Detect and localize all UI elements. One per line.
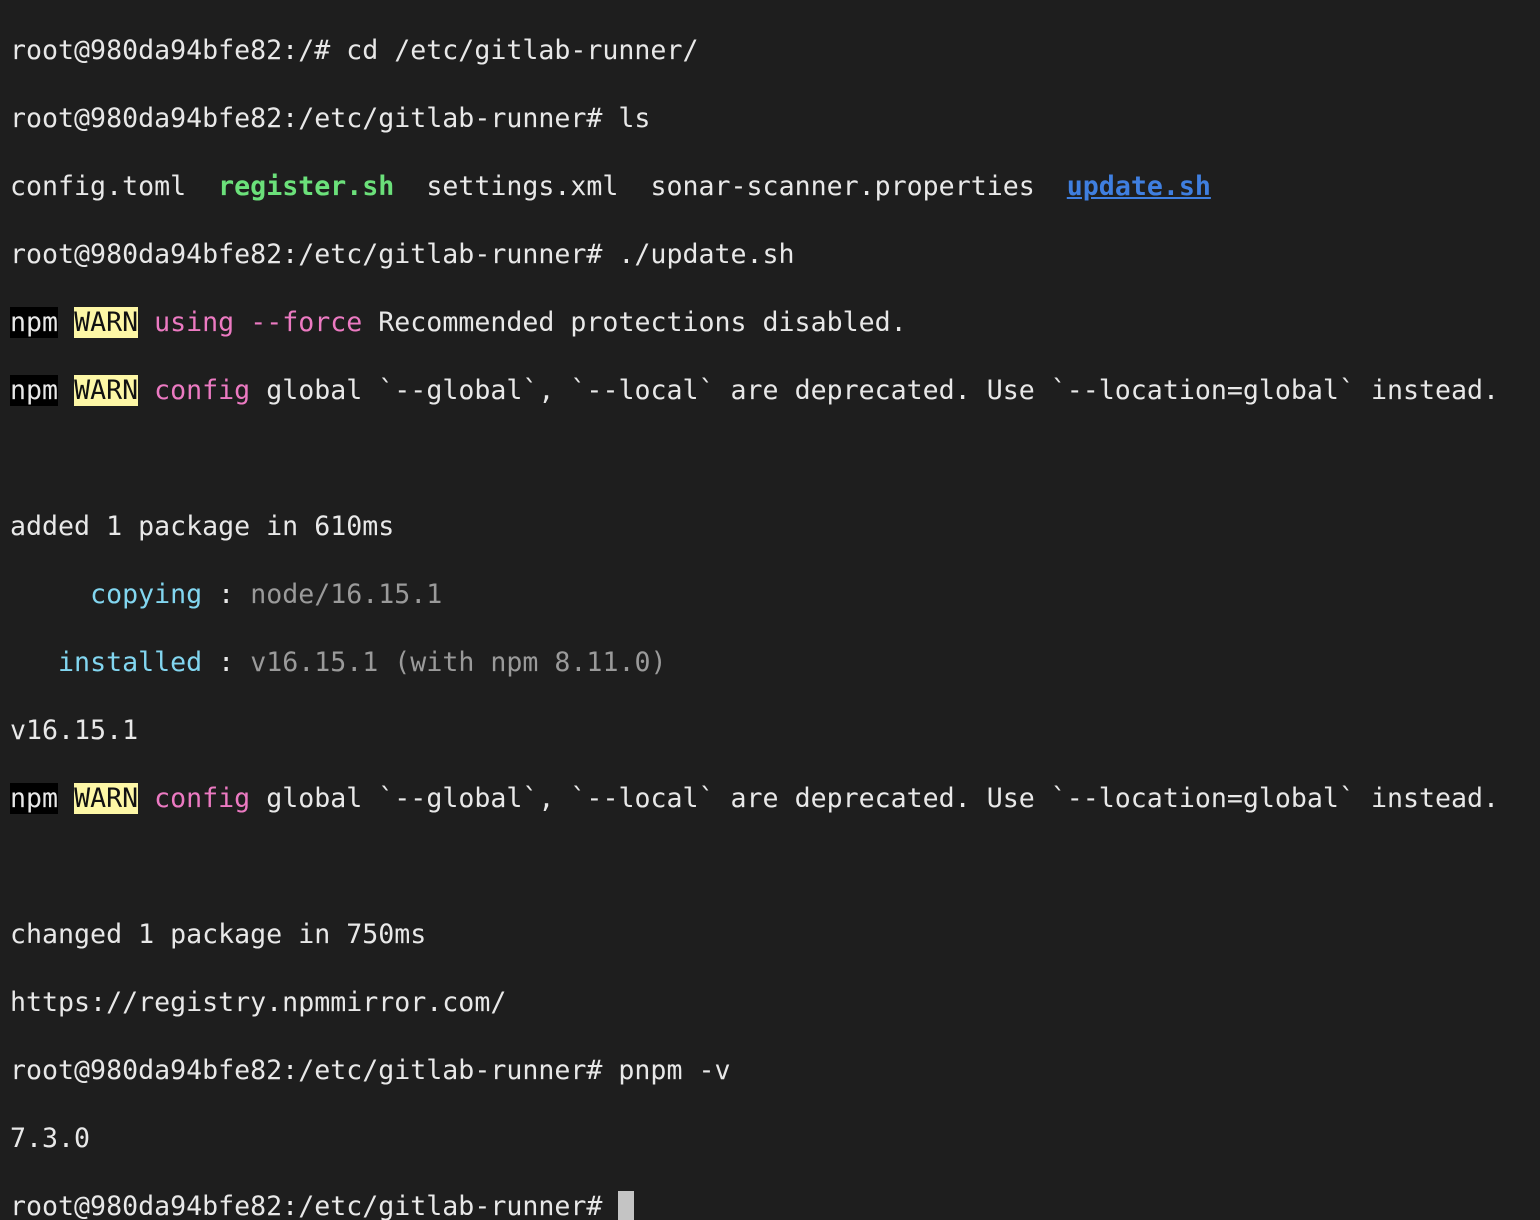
terminal-line-pnpm-version: 7.3.0 xyxy=(10,1123,91,1154)
terminal-line-prompt[interactable]: root@980da94bfe82:/etc/gitlab-runner# xyxy=(10,1190,1540,1220)
warn-message: global `--global`, `--local` are depreca… xyxy=(250,783,1500,814)
warn-tag: WARN xyxy=(74,307,139,338)
warn-key: using --force xyxy=(154,307,363,338)
terminal-line-warn-config: npm WARN config global `--global`, `--lo… xyxy=(10,374,1540,408)
copying-label: copying xyxy=(90,579,203,610)
terminal-cursor[interactable] xyxy=(618,1191,635,1220)
file-register: register.sh xyxy=(218,171,395,202)
terminal-line-cd: root@980da94bfe82:/# cd /etc/gitlab-runn… xyxy=(10,35,699,66)
npm-tag: npm xyxy=(10,783,59,814)
npm-tag: npm xyxy=(10,307,59,338)
terminal-line-copying: copying : node/16.15.1 xyxy=(90,579,443,610)
file-config: config.toml xyxy=(10,171,187,202)
terminal-window[interactable]: root@980da94bfe82:/# cd /etc/gitlab-runn… xyxy=(0,0,1540,1220)
warn-key: config xyxy=(154,375,251,406)
warn-tag: WARN xyxy=(74,375,139,406)
warn-key: config xyxy=(154,783,251,814)
terminal-line-registry: https://registry.npmmirror.com/ xyxy=(10,987,507,1018)
file-sonar: sonar-scanner.properties xyxy=(650,171,1035,202)
terminal-line-changed: changed 1 package in 750ms xyxy=(10,919,427,950)
terminal-line-version: v16.15.1 xyxy=(10,715,139,746)
terminal-line-pnpm: root@980da94bfe82:/etc/gitlab-runner# pn… xyxy=(10,1055,731,1086)
warn-message: global `--global`, `--local` are depreca… xyxy=(250,375,1500,406)
terminal-line-warn-force: npm WARN using --force Recommended prote… xyxy=(10,306,1540,340)
terminal-line-installed: installed : v16.15.1 (with npm 8.11.0) xyxy=(58,647,667,678)
terminal-line-ls-output: config.toml register.sh settings.xml son… xyxy=(10,170,1540,204)
terminal-line-update: root@980da94bfe82:/etc/gitlab-runner# ./… xyxy=(10,239,795,270)
terminal-line-added: added 1 package in 610ms xyxy=(10,511,395,542)
installed-value: v16.15.1 (with npm 8.11.0) xyxy=(250,647,667,678)
installed-label: installed xyxy=(58,647,203,678)
terminal-line-ls: root@980da94bfe82:/etc/gitlab-runner# ls xyxy=(10,103,651,134)
file-settings: settings.xml xyxy=(426,171,619,202)
npm-tag: npm xyxy=(10,375,59,406)
shell-prompt: root@980da94bfe82:/etc/gitlab-runner# xyxy=(10,1191,619,1220)
terminal-line-warn-config-2: npm WARN config global `--global`, `--lo… xyxy=(10,782,1540,816)
copying-value: node/16.15.1 xyxy=(250,579,443,610)
warn-tag: WARN xyxy=(74,783,139,814)
warn-message: Recommended protections disabled. xyxy=(362,307,907,338)
file-update: update.sh xyxy=(1066,171,1211,202)
